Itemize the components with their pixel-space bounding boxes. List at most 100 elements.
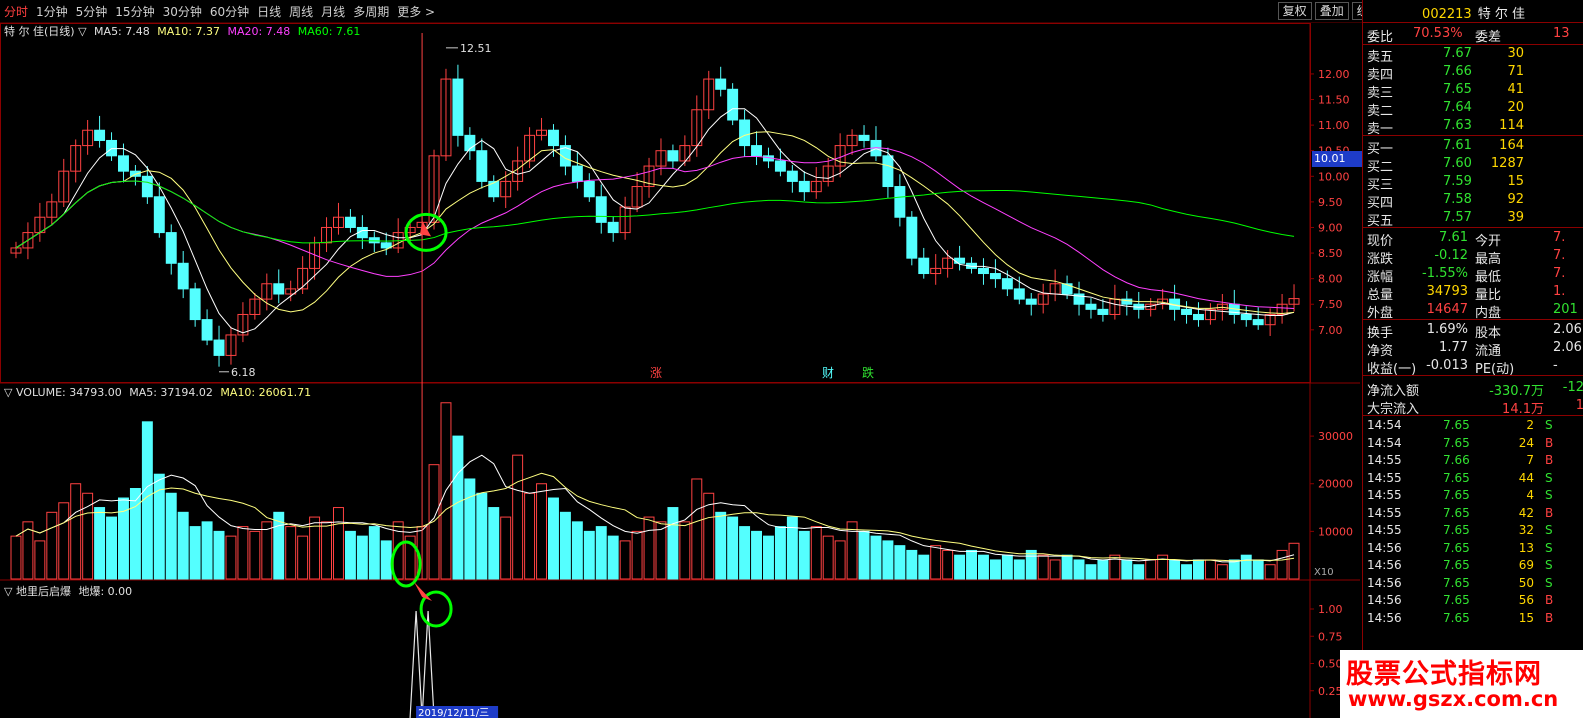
candle-body [488,180,500,198]
candle-body [1097,308,1109,315]
candle-body [1193,313,1204,321]
period-tab-1[interactable]: 1分钟 [36,5,68,19]
volume-bar [321,521,332,580]
tool-button-1[interactable]: 叠加 [1314,2,1349,20]
volume-bar [810,526,822,580]
y-tick-label: 8.50 [1318,247,1343,260]
volume-bar [1276,549,1288,580]
candle-body [1240,313,1252,321]
period-tab-5[interactable]: 60分钟 [210,5,249,19]
tool-button-0[interactable]: 复权 [1277,2,1312,20]
period-tab-2[interactable]: 5分钟 [76,5,108,19]
period-tab-7[interactable]: 周线 [289,5,313,19]
volume-legend: ▽ VOLUME: 34793.00 MA5: 37194.02 MA10: 2… [4,386,311,399]
candle-body [106,139,118,157]
period-tab-10[interactable]: 更多 > [397,5,435,19]
volume-ma10-label: MA10: 26061.71 [220,386,312,399]
volume-bar [858,530,870,580]
volume-bar [536,483,547,580]
volume-bar [333,507,344,580]
volume-bar [201,521,213,580]
candle-body [141,175,153,198]
candle-body [213,339,225,356]
volume-bar [667,507,679,580]
quote-panel: 002213 特 尔 佳 委比 70.53% 委差 13 卖五 7.67 30 卖四 7.66 71… [1362,0,1583,718]
period-tab-3[interactable]: 15分钟 [115,5,154,19]
candle-body [452,78,464,136]
volume-bar [763,535,774,580]
candle-body [1013,288,1025,300]
volume-bar [141,421,153,580]
volume-bar [548,497,559,580]
volume-bar [822,535,834,580]
flow-row: 大宗流入 14.1万 1 [1367,398,1583,417]
candle-body [786,170,798,182]
volume-bar [631,530,643,580]
period-tab-0[interactable]: 分时 [4,5,28,19]
candle-body [189,288,201,321]
period-tab-8[interactable]: 月线 [321,5,345,19]
y-tick-label: 10.00 [1318,170,1350,183]
volume-bar [213,530,225,580]
ma10-label: MA10: 7.37 [157,25,220,38]
volume-bar [954,554,966,580]
volume-bar [786,516,798,580]
stat2-row: 净资 1.77 流通 2.06 [1367,340,1582,359]
bid-row: 买四 7.58 92 [1367,192,1524,211]
candle-body [918,257,930,275]
volume-bar [1193,559,1204,580]
trade-tick-row: 14:56 7.65 15 B [1367,610,1554,625]
trade-tick-row: 14:54 7.65 2 S [1367,418,1553,432]
volume-bar [500,516,512,580]
candle-body [882,155,894,188]
trade-tick-row: 14:55 7.65 32 S [1367,523,1553,537]
indicator-tick-label: 0.75 [1318,630,1343,643]
indicator-legend: ▽ 地里后启爆 地爆: 0.00 [4,583,132,599]
candle-body [595,196,607,223]
volume-bar [1025,549,1037,580]
volume-label: ▽ VOLUME: 34793.00 [4,386,122,399]
candle-body [153,196,165,234]
period-tab-6[interactable]: 日线 [257,5,281,19]
trade-tick-row: 14:55 7.66 7 B [1367,453,1554,467]
bid-row: 买五 7.57 39 [1367,210,1524,229]
period-tab-9[interactable]: 多周期 [353,5,389,19]
ask-row: 卖四 7.66 71 [1367,64,1524,83]
candle-body [798,180,810,193]
y-tick-label: 8.00 [1318,273,1343,286]
candle-body [177,262,189,290]
candle-body [94,129,106,141]
volume-bar [1288,542,1300,580]
volume-bar [1252,559,1264,580]
volume-bar [559,511,571,580]
candle-body [667,150,679,162]
trade-tick-row: 14:56 7.65 69 S [1367,558,1553,572]
panel-divider [1363,22,1583,23]
candle-body [1252,319,1264,326]
trade-tick-row: 14:56 7.65 56 B [1367,593,1554,607]
volume-bar [1121,559,1133,580]
indicator-tick-label: 1.00 [1318,603,1343,616]
candle-body [1085,303,1097,310]
volume-bar [571,521,583,580]
ask-row: 卖五 7.67 30 [1367,46,1524,65]
candle-body [774,160,786,172]
period-tab-4[interactable]: 30分钟 [163,5,202,19]
stat2-row: 换手 1.69% 股本 2.06 [1367,322,1582,341]
candle-body [906,216,918,259]
kline-chart[interactable]: 12.0011.5011.0010.5010.009.509.008.508.0… [0,23,1360,718]
candle-body [894,186,906,218]
ma60-label: MA60: 7.61 [297,25,361,38]
volume-bar [1204,559,1216,580]
trade-tick-row: 14:55 7.65 42 B [1367,505,1554,520]
volume-bar [10,535,22,580]
volume-bar [798,530,810,580]
candle-body [1025,298,1037,305]
volume-bar [1228,559,1240,580]
volume-bar [1097,559,1109,580]
watermark-url: www.gszx.com.cn [1348,687,1559,711]
y-tick-label: 9.00 [1318,221,1343,234]
volume-bar [70,483,82,580]
indicator-tick-label: 0.25 [1318,685,1343,698]
volume-bar [34,540,46,580]
